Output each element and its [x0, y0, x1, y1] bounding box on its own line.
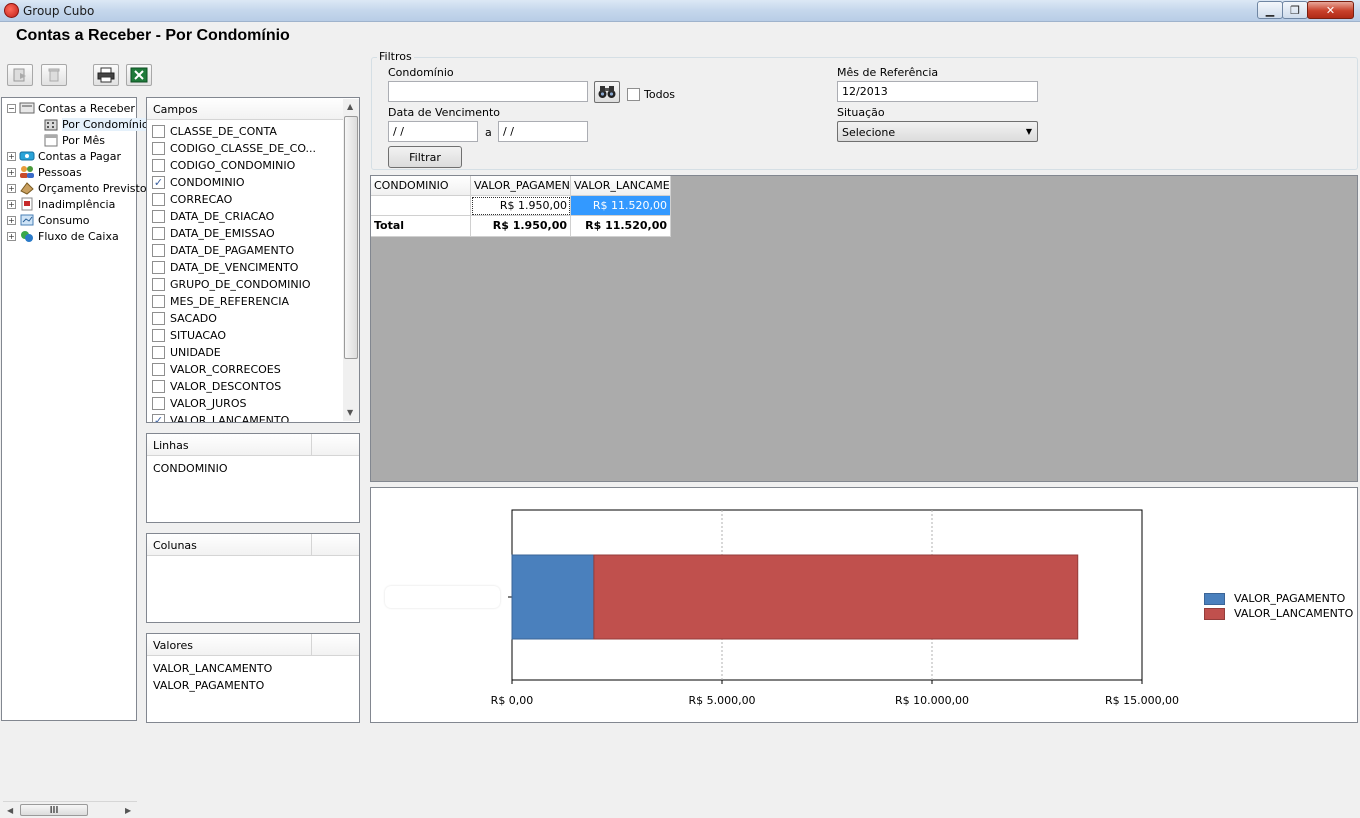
x-tick-label: R$ 5.000,00: [688, 694, 755, 707]
x-tick-label: R$ 0,00: [491, 694, 534, 707]
category-label: [385, 586, 500, 608]
scroll-left-icon[interactable]: ◀: [7, 806, 13, 815]
bar-valor_lancamento: [593, 554, 1079, 640]
scroll-right-icon[interactable]: ▶: [125, 806, 131, 815]
legend-label-pagamento: VALOR_PAGAMENTO: [1234, 592, 1346, 605]
legend-label-lancamento: VALOR_LANCAMENTO: [1234, 607, 1354, 620]
x-tick-label: R$ 15.000,00: [1105, 694, 1179, 707]
scrollbar-thumb[interactable]: III: [20, 804, 88, 816]
legend-swatch-lancamento: [1204, 608, 1225, 620]
bar-chart: R$ 0,00 R$ 5.000,00 R$ 10.000,00 R$ 15.000,…: [491, 509, 1179, 707]
tree-horizontal-scrollbar[interactable]: ◀ III ▶: [3, 801, 137, 818]
bar-valor_pagamento: [511, 554, 595, 640]
x-tick-label: R$ 10.000,00: [895, 694, 969, 707]
legend-swatch-pagamento: [1204, 593, 1225, 605]
thumb-grip: III: [49, 804, 59, 816]
